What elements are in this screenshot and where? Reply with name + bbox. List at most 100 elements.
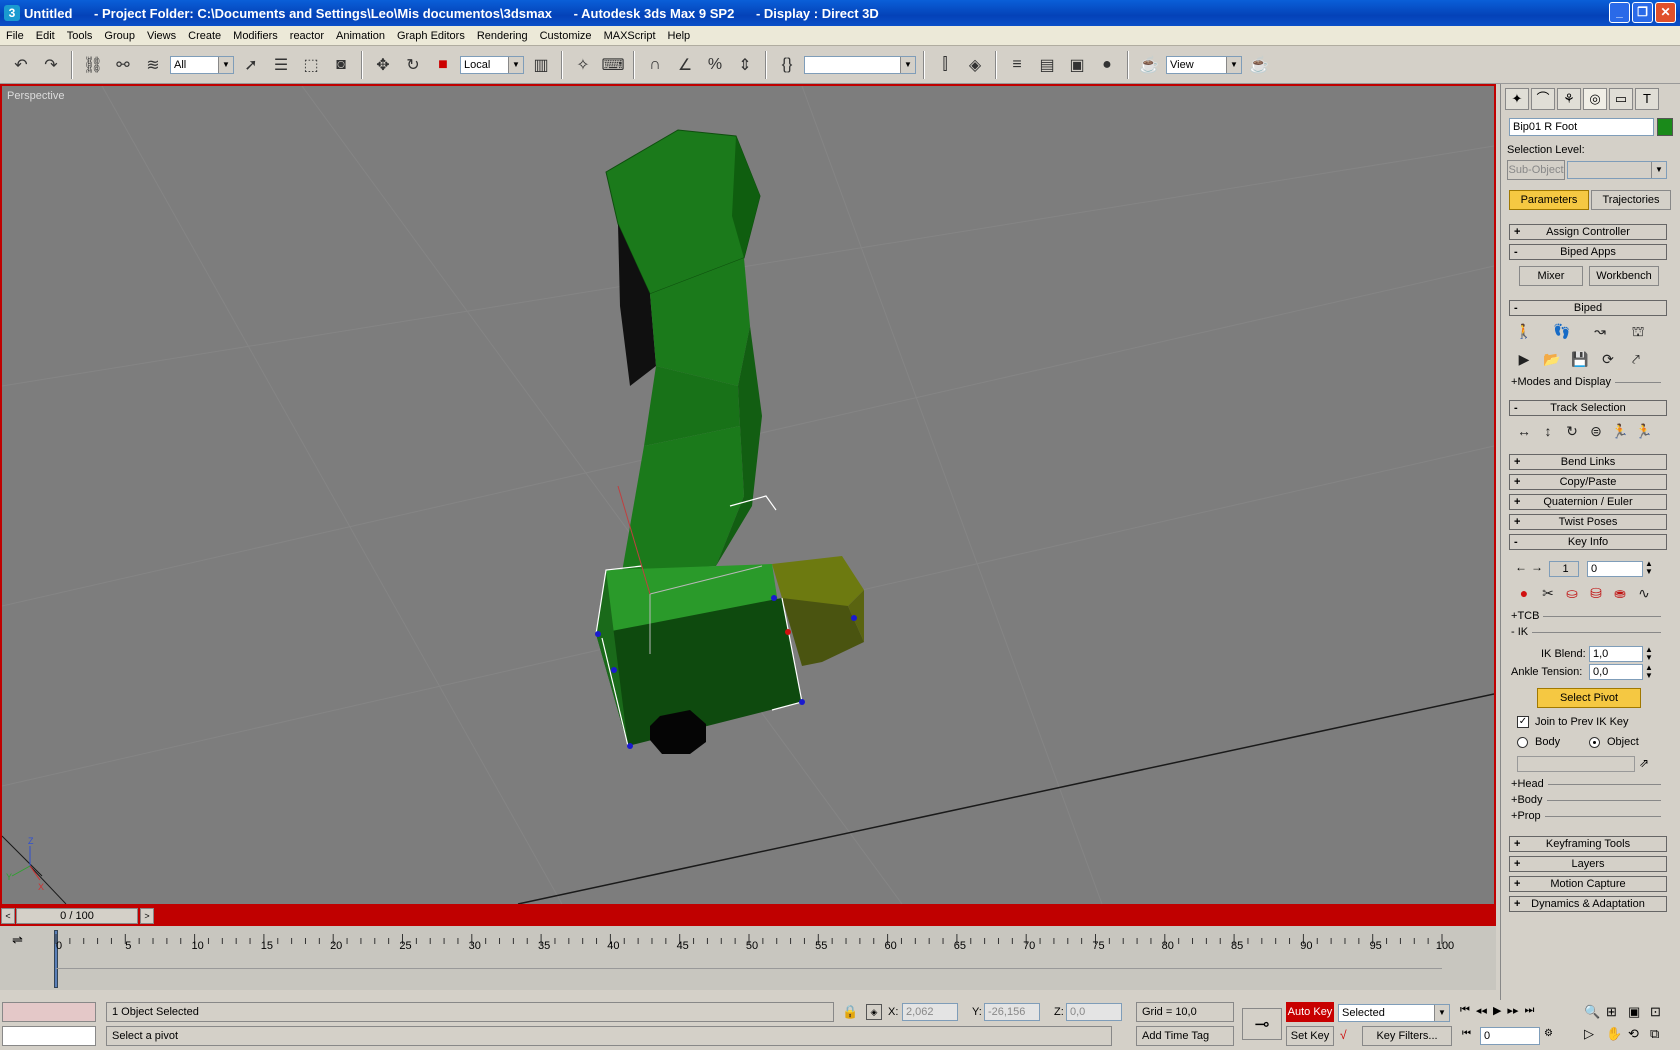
selection-filter-dropdown[interactable]: All ▼ (170, 55, 234, 74)
create-tab-icon[interactable]: ✦ (1505, 88, 1529, 110)
ik-blend-spinner-icon[interactable]: ▲ ▼ (1645, 646, 1653, 662)
lock-com-keying-icon[interactable]: ⊜ (1587, 422, 1605, 440)
align-icon[interactable]: ◈ (962, 52, 988, 78)
field-of-view-icon[interactable]: ▷ (1584, 1026, 1606, 1042)
delete-key-icon[interactable]: ✂ (1539, 584, 1557, 602)
spinner-snap-icon[interactable]: ⇕ (732, 52, 758, 78)
mixer-mode-icon[interactable]: ⛫ (1629, 322, 1647, 340)
edit-named-selection-icon[interactable]: {} (774, 52, 800, 78)
zoom-icon[interactable]: 🔍 (1584, 1004, 1606, 1020)
menu-group[interactable]: Group (98, 30, 141, 42)
select-and-link-icon[interactable]: ⛓ (80, 52, 106, 78)
zoom-extents-all-icon[interactable]: ⊡ (1650, 1004, 1672, 1020)
maxscript-listener-mini[interactable] (2, 1002, 96, 1022)
biped-leg-mesh[interactable] (605, 129, 762, 572)
motion-flow-mode-icon[interactable]: ↝ (1591, 322, 1609, 340)
menu-help[interactable]: Help (662, 30, 697, 42)
select-and-scale-icon[interactable]: ■ (430, 52, 456, 78)
sub-object-dropdown[interactable]: ▼ (1567, 161, 1667, 179)
unlink-icon[interactable]: ⚯ (110, 52, 136, 78)
object-color-swatch[interactable] (1657, 118, 1673, 136)
opposite-icon[interactable]: 🏃 (1635, 422, 1653, 440)
bip01-r-foot[interactable] (596, 556, 864, 746)
ankle-tension-field[interactable]: 0,0 (1589, 664, 1643, 680)
time-slider[interactable]: 0 / 100 (16, 908, 138, 924)
maxscript-input-field[interactable] (2, 1026, 96, 1046)
bind-space-warp-icon[interactable]: ≋ (140, 52, 166, 78)
workbench-button[interactable]: Workbench (1589, 266, 1659, 286)
3dsmax-app-icon[interactable]: 3 (4, 5, 20, 21)
add-time-tag[interactable]: Add Time Tag (1136, 1026, 1234, 1046)
next-key-icon[interactable]: → (1531, 560, 1543, 574)
body-section[interactable]: + Body (1511, 794, 1661, 806)
rollout-keyframing-tools[interactable]: + Keyframing Tools (1509, 836, 1667, 852)
zoom-all-icon[interactable]: ⊞ (1606, 1004, 1628, 1020)
x-coord-field[interactable]: 2,062 (902, 1003, 958, 1021)
reference-coord-dropdown[interactable]: Local ▼ (460, 55, 524, 74)
body-radio[interactable] (1517, 737, 1528, 748)
rollout-layers[interactable]: + Layers (1509, 856, 1667, 872)
hierarchy-tab-icon[interactable]: ⚘ (1557, 88, 1581, 110)
key-number-field[interactable]: 1 (1549, 561, 1579, 577)
set-key-icon[interactable]: ⊸ (1242, 1008, 1282, 1040)
body-vertical-icon[interactable]: ↕ (1539, 422, 1557, 440)
go-to-start-icon[interactable]: ⏮ (1460, 1004, 1470, 1017)
set-key-button[interactable]: Set Key (1286, 1026, 1334, 1046)
pan-icon[interactable]: ✋ (1606, 1026, 1628, 1042)
menu-create[interactable]: Create (182, 30, 227, 42)
sub-object-button[interactable]: Sub-Object (1507, 160, 1565, 180)
curve-editor-icon[interactable]: ▤ (1034, 52, 1060, 78)
perspective-viewport[interactable]: Z Y X Perspective (0, 84, 1496, 906)
rollout-motion-capture[interactable]: + Motion Capture (1509, 876, 1667, 892)
maximize-viewport-icon[interactable]: ⧉ (1650, 1026, 1672, 1042)
quick-render-icon[interactable]: ☕ (1246, 52, 1272, 78)
keyboard-shortcut-override-icon[interactable]: ⌨ (600, 52, 626, 78)
key-mode-dropdown[interactable]: Selected ▼ (1338, 1004, 1450, 1022)
key-time-field[interactable]: 0 (1587, 561, 1643, 577)
display-tab-icon[interactable]: ▭ (1609, 88, 1633, 110)
mirror-icon[interactable]: ⫿ (932, 52, 958, 78)
window-crossing-icon[interactable]: ◙ (328, 52, 354, 78)
rollout-bend-links[interactable]: + Bend Links (1509, 454, 1667, 470)
snaps-toggle-icon[interactable]: ∩ (642, 52, 668, 78)
ankle-tension-spinner-icon[interactable]: ▲ ▼ (1645, 664, 1653, 680)
layer-manager-icon[interactable]: ≡ (1004, 52, 1030, 78)
menu-maxscript[interactable]: MAXScript (598, 30, 662, 42)
figure-mode-icon[interactable]: 🚶 (1515, 322, 1533, 340)
prop-section[interactable]: + Prop (1511, 810, 1661, 822)
minimize-button[interactable]: _ (1609, 2, 1630, 23)
restore-button[interactable]: ❐ (1632, 2, 1653, 23)
zoom-extents-icon[interactable]: ▣ (1628, 1004, 1650, 1020)
go-to-end-icon[interactable]: ⏭ (1524, 1004, 1534, 1017)
time-next-arrow-icon[interactable]: > (140, 908, 154, 924)
set-planted-key-icon[interactable]: ⛀ (1563, 584, 1581, 602)
select-by-name-icon[interactable]: ☰ (268, 52, 294, 78)
tcb-section[interactable]: + TCB (1511, 610, 1661, 622)
viewport-label[interactable]: Perspective (7, 90, 64, 102)
select-and-move-icon[interactable]: ✥ (370, 52, 396, 78)
rollout-biped[interactable]: - Biped (1509, 300, 1667, 316)
trajectories-tab[interactable]: Trajectories (1591, 190, 1671, 210)
join-prev-ik-key-checkbox[interactable]: ✓ (1517, 716, 1529, 728)
symmetrical-icon[interactable]: 🏃 (1611, 422, 1629, 440)
load-file-icon[interactable]: 📂 (1543, 350, 1561, 368)
current-frame-field[interactable]: 0 (1480, 1027, 1540, 1045)
move-all-mode-icon[interactable]: ⤤ (1627, 350, 1645, 368)
rollout-assign-controller[interactable]: + Assign Controller (1509, 224, 1667, 240)
convert-icon[interactable]: ⟳ (1599, 350, 1617, 368)
set-free-key-icon[interactable]: ⛂ (1611, 584, 1629, 602)
motion-tab-icon[interactable]: ◎ (1583, 88, 1607, 110)
redo-icon[interactable]: ↷ (38, 52, 64, 78)
percent-snap-icon[interactable]: % (702, 52, 728, 78)
rollout-key-info[interactable]: - Key Info (1509, 534, 1667, 550)
set-sliding-key-icon[interactable]: ⛁ (1587, 584, 1605, 602)
material-editor-icon[interactable]: ● (1094, 52, 1120, 78)
ik-blend-field[interactable]: 1,0 (1589, 646, 1643, 662)
set-key-dot-icon[interactable]: ● (1515, 584, 1533, 602)
close-button[interactable]: ✕ (1655, 2, 1676, 23)
menu-edit[interactable]: Edit (30, 30, 61, 42)
default-in-out-tangents-icon[interactable]: √ (1340, 1028, 1358, 1044)
pivot-center-icon[interactable]: ▥ (528, 52, 554, 78)
trajectories-icon[interactable]: ∿ (1635, 584, 1653, 602)
rollout-quaternion-euler[interactable]: + Quaternion / Euler (1509, 494, 1667, 510)
